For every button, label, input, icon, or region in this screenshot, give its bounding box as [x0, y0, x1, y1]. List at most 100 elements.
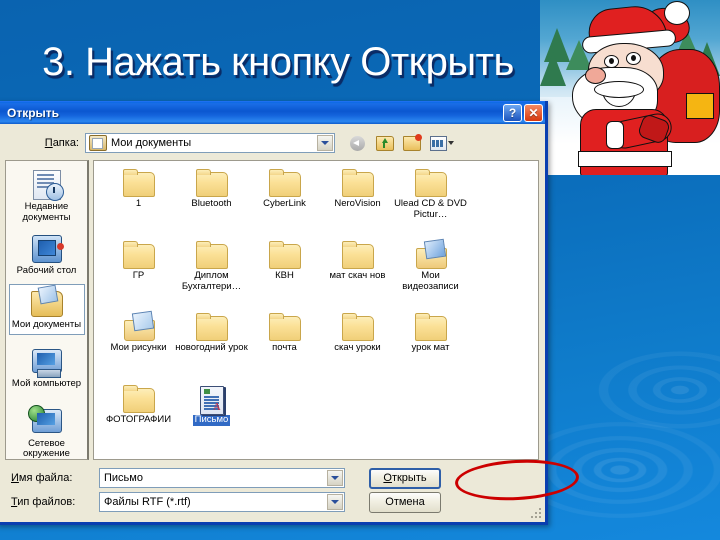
- list-item[interactable]: Диплом Бухгалтери…: [175, 241, 248, 311]
- sidebar-item-desktop[interactable]: Рабочий стол: [9, 230, 85, 282]
- sidebar-item-label: Мои документы: [11, 318, 82, 330]
- list-item[interactable]: 1: [102, 169, 175, 239]
- folder-combobox[interactable]: Мои документы: [85, 133, 335, 153]
- list-item[interactable]: мат скач нов: [321, 241, 394, 311]
- close-icon[interactable]: ✕: [524, 104, 543, 122]
- dialog-toolbar: [347, 133, 455, 153]
- folder-icon: [341, 313, 375, 341]
- filename-input[interactable]: Письмо: [99, 468, 345, 488]
- folder-icon: [268, 169, 302, 197]
- file-label: урок мат: [411, 342, 450, 353]
- list-item[interactable]: NeroVision: [321, 169, 394, 239]
- file-label: мат скач нов: [329, 270, 386, 281]
- filetype-row: Тип файлов: Файлы RTF (*.rtf) Отмена: [5, 490, 539, 514]
- file-label: CyberLink: [263, 198, 306, 209]
- folder-icon: [122, 169, 156, 197]
- folder-icon: [414, 313, 448, 341]
- new-folder-icon[interactable]: [401, 133, 422, 153]
- page-title: 3. Нажать кнопку Открыть: [42, 40, 514, 84]
- list-item[interactable]: Мои видеозаписи: [394, 238, 467, 311]
- dialog-title: Открыть: [7, 106, 60, 120]
- sidebar-item-recent-documents[interactable]: Недавние документы: [9, 166, 85, 228]
- filename-value: Письмо: [104, 472, 143, 484]
- file-label: КВН: [275, 270, 294, 281]
- filename-label: Имя файла:: [11, 472, 73, 484]
- folder-icon: [268, 241, 302, 269]
- sidebar-item-label: Мой компьютер: [11, 378, 82, 389]
- dialog-main-area: Недавние документы Рабочий стол Мои доку…: [0, 160, 545, 460]
- santa-figure: [558, 1, 720, 175]
- file-label: Мои видеозаписи: [402, 270, 459, 292]
- file-label: скач уроки: [334, 342, 381, 353]
- list-item[interactable]: Мои рисунки: [102, 310, 175, 383]
- list-item[interactable]: ГР: [102, 241, 175, 311]
- list-item[interactable]: почта: [248, 313, 321, 383]
- my-videos-folder-icon: [414, 238, 448, 269]
- desktop-icon: [31, 234, 64, 264]
- file-label: NeroVision: [334, 198, 381, 209]
- file-label: ГР: [132, 270, 145, 281]
- folder-label-rest: апка:: [52, 137, 79, 149]
- file-label: почта: [272, 342, 297, 353]
- file-list[interactable]: 1 Bluetooth CyberLink NeroVision Ulead C…: [93, 160, 539, 460]
- sidebar-item-network-places[interactable]: Сетевое окружение: [9, 403, 85, 465]
- list-item[interactable]: Bluetooth: [175, 169, 248, 239]
- list-item[interactable]: новогодний урок: [175, 313, 248, 383]
- file-label: Диплом Бухгалтери…: [181, 270, 242, 292]
- cancel-button[interactable]: Отмена: [369, 491, 441, 513]
- folder-icon: [195, 169, 229, 197]
- recent-documents-icon: [31, 170, 64, 201]
- list-item[interactable]: урок мат: [394, 313, 467, 383]
- folder-icon: [122, 241, 156, 269]
- list-item[interactable]: CyberLink: [248, 169, 321, 239]
- folder-icon: [414, 169, 448, 197]
- folder-combo-icon: [89, 135, 107, 151]
- sidebar-item-my-documents[interactable]: Мои документы: [8, 283, 85, 335]
- folder-icon: [122, 385, 156, 413]
- list-item[interactable]: скач уроки: [321, 313, 394, 383]
- chevron-down-icon[interactable]: [327, 470, 343, 486]
- sidebar-item-my-computer[interactable]: Мой компьютер: [9, 343, 85, 395]
- open-file-dialog: Открыть ? ✕ Папка: Мои документы Недавни…: [0, 101, 548, 525]
- sidebar-item-label: Сетевое окружение: [23, 437, 70, 459]
- rtf-document-icon: A: [195, 385, 229, 415]
- dialog-bottom-area: Имя файла: Письмо Открыть Тип файлов: Фа…: [0, 460, 545, 514]
- my-documents-icon: [30, 288, 63, 318]
- network-places-icon: [27, 404, 63, 437]
- folder-icon: [195, 241, 229, 269]
- file-label: Письмо: [192, 414, 231, 426]
- chevron-down-icon[interactable]: [317, 135, 333, 151]
- chevron-down-icon[interactable]: [327, 494, 343, 510]
- filename-row: Имя файла: Письмо Открыть: [5, 466, 539, 490]
- folder-icon: [268, 313, 302, 341]
- open-button[interactable]: Открыть: [369, 467, 441, 489]
- file-label: Ulead CD & DVD Pictur…: [394, 198, 467, 220]
- folder-combo-value: Мои документы: [111, 137, 192, 149]
- folder-icon: [341, 241, 375, 269]
- list-item[interactable]: ФОТОГРАФИИ: [102, 385, 175, 455]
- file-label: ФОТОГРАФИИ: [105, 414, 172, 425]
- file-label: 1: [135, 198, 142, 209]
- folder-icon: [195, 313, 229, 341]
- sidebar-item-label: Недавние документы: [22, 201, 71, 223]
- resize-grip[interactable]: [530, 508, 542, 520]
- up-one-level-icon[interactable]: [374, 133, 395, 153]
- my-computer-icon: [31, 347, 63, 378]
- back-icon[interactable]: [347, 133, 368, 153]
- filetype-select[interactable]: Файлы RTF (*.rtf): [99, 492, 345, 512]
- filetype-label: Тип файлов:: [11, 496, 76, 508]
- list-item[interactable]: КВН: [248, 241, 321, 311]
- file-label: Bluetooth: [191, 198, 232, 209]
- places-bar: Недавние документы Рабочий стол Мои доку…: [5, 160, 89, 460]
- folder-row: Папка: Мои документы: [0, 124, 545, 160]
- file-label: Мои рисунки: [110, 342, 167, 353]
- filetype-value: Файлы RTF (*.rtf): [104, 496, 191, 508]
- presentation-slide: 3. Нажать кнопку Открыть Открыть ? ✕ Пап…: [0, 0, 720, 540]
- dialog-titlebar: Открыть ? ✕: [0, 101, 545, 124]
- list-item-selected[interactable]: A Письмо: [175, 385, 248, 455]
- list-item[interactable]: Ulead CD & DVD Pictur…: [394, 169, 467, 239]
- help-icon[interactable]: ?: [503, 104, 522, 122]
- sidebar-item-label: Рабочий стол: [16, 265, 77, 276]
- folder-label: Папка:: [44, 137, 79, 149]
- views-icon[interactable]: [428, 133, 455, 153]
